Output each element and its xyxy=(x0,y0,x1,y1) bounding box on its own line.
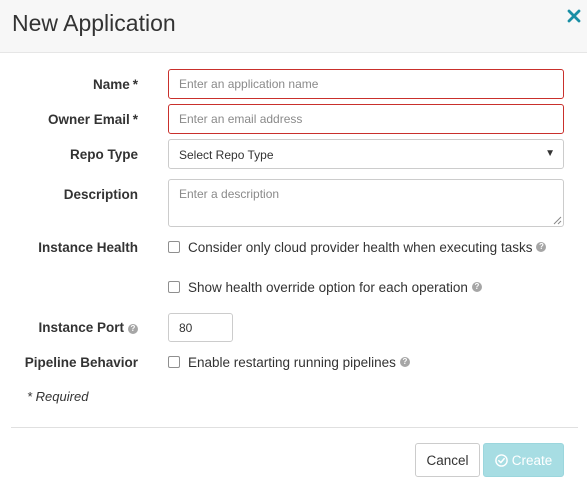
help-icon[interactable]: ? xyxy=(399,357,410,367)
help-icon[interactable]: ? xyxy=(471,282,482,292)
cloud-health-option[interactable]: Consider only cloud provider health when… xyxy=(168,238,547,256)
modal-header: New Application xyxy=(0,0,587,53)
health-override-option[interactable]: Show health override option for each ope… xyxy=(168,278,482,296)
close-icon[interactable] xyxy=(566,8,582,24)
help-icon[interactable]: ? xyxy=(536,242,547,252)
repo-type-label: Repo Type xyxy=(69,147,138,162)
health-override-label: Show health override option for each ope… xyxy=(188,279,468,295)
name-input[interactable] xyxy=(168,69,564,99)
description-textarea[interactable] xyxy=(168,179,564,227)
repo-type-select[interactable]: Select Repo Type ▼ xyxy=(168,139,564,169)
name-label: Name * xyxy=(92,77,138,92)
create-button[interactable]: Create xyxy=(483,443,564,477)
cloud-health-label: Consider only cloud provider health when… xyxy=(188,239,533,255)
health-override-checkbox[interactable] xyxy=(168,281,180,293)
restart-pipelines-checkbox[interactable] xyxy=(168,356,180,368)
cloud-health-checkbox[interactable] xyxy=(168,241,180,253)
cancel-button[interactable]: Cancel xyxy=(415,443,480,477)
instance-port-input[interactable] xyxy=(168,313,233,342)
required-note: * Required xyxy=(27,389,89,404)
caret-down-icon: ▼ xyxy=(545,148,555,159)
footer-divider xyxy=(11,427,578,428)
instance-port-label: Instance Port? xyxy=(0,320,138,335)
cancel-label: Cancel xyxy=(426,452,469,468)
instance-health-label: Instance Health xyxy=(38,240,138,255)
owner-email-input[interactable] xyxy=(168,104,564,134)
restart-pipelines-option[interactable]: Enable restarting running pipelines ? xyxy=(168,353,410,371)
pipeline-behavior-label: Pipeline Behavior xyxy=(24,355,138,370)
create-label: Create xyxy=(511,452,553,468)
restart-pipelines-label: Enable restarting running pipelines xyxy=(188,354,396,370)
check-circle-icon xyxy=(494,453,508,467)
modal-title: New Application xyxy=(12,10,176,36)
repo-type-selected: Select Repo Type xyxy=(179,148,274,162)
description-label: Description xyxy=(63,187,138,202)
resize-grip-icon[interactable] xyxy=(553,216,562,225)
owner-email-label: Owner Email * xyxy=(47,112,138,127)
help-icon[interactable]: ? xyxy=(128,324,138,334)
